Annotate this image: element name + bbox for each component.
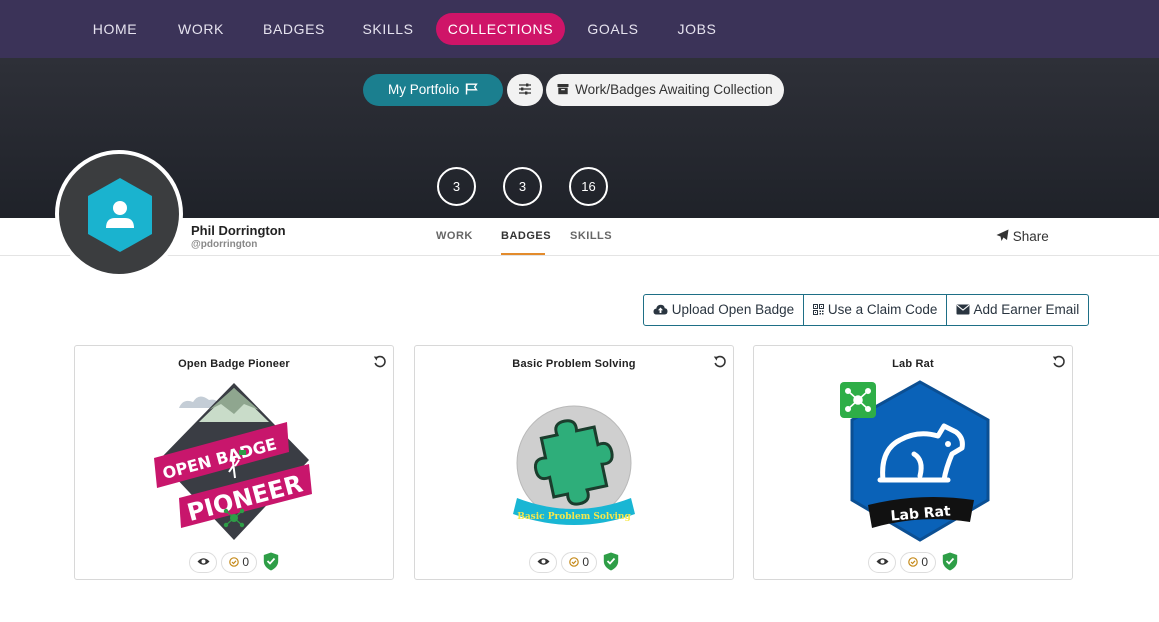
- endorsement-count: 0: [242, 555, 250, 569]
- open-badge-pioneer-image: OPEN BADGE PIONEER: [154, 383, 312, 540]
- nav-collections[interactable]: COLLECTIONS: [436, 13, 565, 45]
- archive-icon: [557, 84, 569, 95]
- refresh-icon[interactable]: [713, 355, 727, 369]
- my-portfolio-button[interactable]: My Portfolio: [363, 74, 503, 106]
- share-button[interactable]: Share: [996, 229, 1049, 244]
- qr-code-icon: [813, 304, 825, 315]
- endorsement-count: 0: [582, 555, 590, 569]
- tab-work[interactable]: WORK: [436, 230, 473, 242]
- user-handle: @pdorrington: [191, 239, 258, 250]
- nav-jobs[interactable]: JOBS: [672, 13, 722, 45]
- endorse-icon: [569, 557, 579, 567]
- badge-art-text: Basic Problem Solving: [517, 512, 631, 522]
- basic-problem-solving-image: Basic Problem Solving: [513, 405, 635, 525]
- view-button[interactable]: [529, 552, 557, 573]
- refresh-icon[interactable]: [1052, 355, 1066, 369]
- awaiting-collection-label: Work/Badges Awaiting Collection: [575, 82, 773, 97]
- view-button[interactable]: [868, 552, 896, 573]
- badge-card-open-badge-pioneer[interactable]: Open Badge Pioneer OPEN BADGE PIONEER 0: [74, 345, 394, 580]
- sliders-icon: [519, 83, 531, 95]
- upload-open-badge-button[interactable]: Upload Open Badge: [644, 295, 805, 325]
- earner-email-label: Add Earner Email: [973, 302, 1080, 317]
- badge-card-basic-problem-solving[interactable]: Basic Problem Solving Basic Problem Solv…: [414, 345, 734, 580]
- badges-count: 3: [503, 167, 542, 206]
- lab-rat-image: Lab Rat: [840, 380, 990, 542]
- filter-settings-button[interactable]: [507, 74, 543, 106]
- active-tab-indicator: [501, 253, 545, 255]
- shield-check-icon: [263, 552, 279, 571]
- skills-count: 16: [569, 167, 608, 206]
- view-button[interactable]: [189, 552, 217, 573]
- badge-title: Basic Problem Solving: [512, 358, 636, 370]
- my-portfolio-label: My Portfolio: [387, 82, 460, 97]
- endorsements-button[interactable]: 0: [221, 552, 257, 573]
- endorse-icon: [229, 557, 239, 567]
- tab-skills[interactable]: SKILLS: [570, 230, 612, 242]
- user-name: Phil Dorrington: [191, 223, 286, 238]
- nav-badges[interactable]: BADGES: [258, 13, 330, 45]
- paper-plane-icon: [996, 229, 1009, 241]
- work-count: 3: [437, 167, 476, 206]
- badge-card-lab-rat[interactable]: Lab Rat Lab Rat 0: [753, 345, 1073, 580]
- tab-badges[interactable]: BADGES: [501, 230, 551, 242]
- avatar: [55, 150, 183, 278]
- user-icon: [88, 178, 152, 252]
- shield-check-icon: [942, 552, 958, 571]
- nav-goals[interactable]: GOALS: [583, 13, 643, 45]
- endorsements-button[interactable]: 0: [561, 552, 597, 573]
- flag-icon: [465, 83, 478, 95]
- nav-skills[interactable]: SKILLS: [357, 13, 419, 45]
- share-label: Share: [1012, 229, 1049, 244]
- top-navigation: HOME WORK BADGES SKILLS COLLECTIONS GOAL…: [0, 0, 1159, 58]
- shield-check-icon: [603, 552, 619, 571]
- badge-title: Lab Rat: [892, 358, 934, 370]
- awaiting-collection-button[interactable]: Work/Badges Awaiting Collection: [546, 74, 784, 106]
- eye-icon: [197, 558, 209, 565]
- refresh-icon[interactable]: [373, 355, 387, 369]
- eye-icon: [537, 558, 549, 565]
- envelope-icon: [956, 304, 970, 315]
- nav-home[interactable]: HOME: [84, 13, 146, 45]
- use-claim-code-button[interactable]: Use a Claim Code: [804, 295, 948, 325]
- eye-icon: [876, 558, 888, 565]
- add-earner-email-button[interactable]: Add Earner Email: [947, 295, 1088, 325]
- endorsement-count: 0: [921, 555, 929, 569]
- nav-work[interactable]: WORK: [172, 13, 230, 45]
- badge-title: Open Badge Pioneer: [178, 358, 290, 370]
- endorsements-button[interactable]: 0: [900, 552, 936, 573]
- claim-code-label: Use a Claim Code: [827, 302, 938, 317]
- badge-actions: Upload Open Badge Use a Claim Code Add E…: [643, 294, 1090, 326]
- cloud-upload-icon: [653, 304, 668, 315]
- endorse-icon: [908, 557, 918, 567]
- upload-label: Upload Open Badge: [671, 302, 795, 317]
